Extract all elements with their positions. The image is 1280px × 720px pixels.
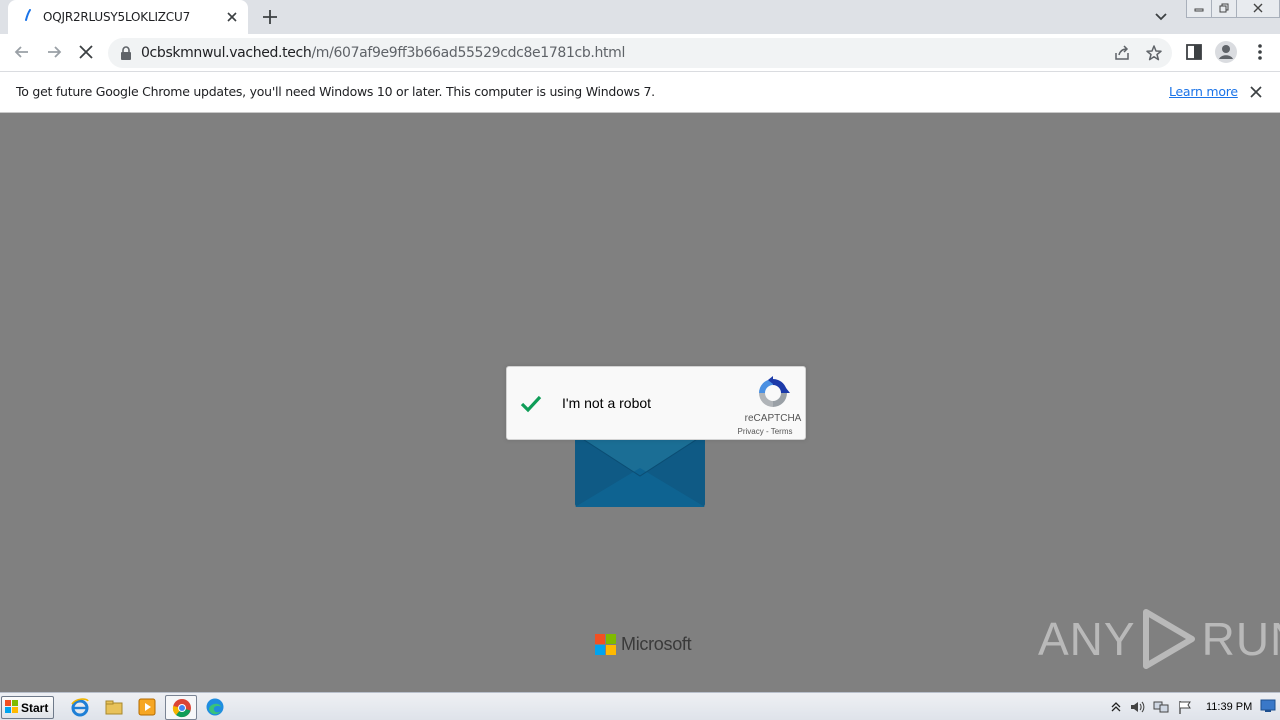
profile-avatar-icon[interactable] <box>1214 40 1238 64</box>
restore-button[interactable] <box>1211 0 1237 18</box>
lock-icon[interactable] <box>120 46 132 60</box>
plus-icon[interactable] <box>260 7 280 27</box>
browser-toolbar: 0cbskmnwul.vached.tech/m/607af9e9ff3b66a… <box>0 34 1280 72</box>
arrow-right-icon[interactable] <box>44 42 64 62</box>
loading-spinner-icon <box>25 9 31 21</box>
windows-taskbar: Start 11:39 PM <box>0 692 1280 720</box>
infobar-message: To get future Google Chrome updates, you… <box>16 84 655 99</box>
url-text[interactable]: 0cbskmnwul.vached.tech/m/607af9e9ff3b66a… <box>141 45 625 61</box>
restore-icon <box>1219 3 1229 13</box>
close-icon <box>1253 3 1263 13</box>
windows-logo-icon <box>5 700 18 713</box>
close-icon[interactable] <box>1248 84 1264 100</box>
recaptcha-brand: reCAPTCHA <box>744 413 802 424</box>
chevron-down-icon[interactable] <box>1151 8 1171 26</box>
link-separator: - <box>765 427 769 436</box>
anyrun-watermark: ANY RUN <box>1038 608 1280 670</box>
action-center-flag-icon[interactable] <box>1177 699 1193 715</box>
window-close-button[interactable] <box>1236 0 1280 18</box>
microsoft-grid-icon <box>595 634 616 655</box>
media-player-icon[interactable] <box>137 697 157 717</box>
address-bar[interactable]: 0cbskmnwul.vached.tech/m/607af9e9ff3b66a… <box>108 38 1172 68</box>
close-icon[interactable] <box>224 9 240 25</box>
microsoft-wordmark: Microsoft <box>621 634 692 654</box>
browser-tab[interactable]: OQJR2RLUSY5LOKLIZCU7 <box>8 0 248 34</box>
recaptcha-widget: I'm not a robot reCAPTCHA Privacy - Term… <box>506 366 806 440</box>
page-content: I'm not a robot reCAPTCHA Privacy - Term… <box>0 113 1280 692</box>
show-hidden-icons-icon[interactable] <box>1108 699 1124 715</box>
recaptcha-links: Privacy - Terms <box>733 427 797 436</box>
chrome-icon <box>172 699 191 718</box>
captcha-label: I'm not a robot <box>562 395 652 411</box>
tab-strip: OQJR2RLUSY5LOKLIZCU7 <box>0 0 1280 34</box>
watermark-right: RUN <box>1201 613 1280 665</box>
show-desktop-icon[interactable] <box>1260 699 1276 713</box>
kebab-menu-icon[interactable] <box>1250 42 1270 62</box>
stop-loading-icon[interactable] <box>76 42 96 62</box>
window-controls <box>1186 0 1280 20</box>
recaptcha-logo-icon <box>759 376 790 407</box>
minimize-icon <box>1194 8 1204 12</box>
watermark-left: ANY <box>1038 613 1136 665</box>
volume-icon[interactable] <box>1129 699 1145 715</box>
chrome-taskbar-button[interactable] <box>165 695 197 720</box>
share-icon[interactable] <box>1113 44 1131 62</box>
learn-more-link[interactable]: Learn more <box>1169 84 1238 99</box>
privacy-link[interactable]: Privacy <box>738 427 764 436</box>
envelope-icon <box>575 434 705 507</box>
taskbar-clock[interactable]: 11:39 PM <box>1206 701 1252 713</box>
arrow-left-icon[interactable] <box>12 42 32 62</box>
url-path: /m/607af9e9ff3b66ad55529cdc8e1781cb.html <box>311 45 625 61</box>
checkmark-icon[interactable] <box>519 393 543 415</box>
tab-title: OQJR2RLUSY5LOKLIZCU7 <box>43 10 191 24</box>
url-host: 0cbskmnwul.vached.tech <box>141 45 312 61</box>
start-button[interactable]: Start <box>1 696 54 719</box>
start-label: Start <box>21 701 49 715</box>
network-icon[interactable] <box>1153 699 1169 715</box>
microsoft-logo: Microsoft <box>595 634 692 655</box>
edge-icon[interactable] <box>205 697 225 717</box>
minimize-button[interactable] <box>1186 0 1212 18</box>
internet-explorer-icon[interactable] <box>70 697 90 717</box>
terms-link[interactable]: Terms <box>771 427 793 436</box>
update-infobar: To get future Google Chrome updates, you… <box>0 72 1280 113</box>
star-icon[interactable] <box>1145 44 1163 62</box>
side-panel-icon[interactable] <box>1184 42 1204 62</box>
file-explorer-icon[interactable] <box>104 697 124 717</box>
play-icon <box>1142 609 1195 669</box>
